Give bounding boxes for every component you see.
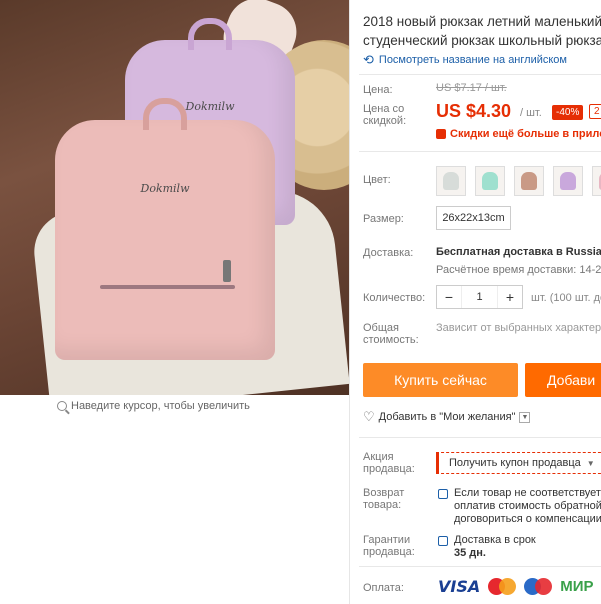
color-swatch[interactable] [553,166,583,196]
get-coupon-button[interactable]: Получить купон продавца ▼ [436,452,601,474]
maestro-logo [524,577,553,596]
quantity-plus-button[interactable]: + [498,289,522,305]
return-label: Возврат товара: [363,487,404,511]
quantity-input[interactable]: 1 [461,286,498,308]
return-label-line2: товара: [363,499,402,511]
visa-logo: VISA [438,577,481,596]
return-policy: Если товар не соответствует о оплатив ст… [438,487,601,526]
chevron-down-icon[interactable]: ▼ [519,411,531,423]
caret-down-icon: ▼ [586,458,595,468]
total-label: Общая стоимость: [363,322,419,346]
product-info-panel: 2018 новый рюкзак летний маленький студе… [349,0,601,604]
mastercard-logo [488,577,517,596]
wishlist-link[interactable]: ♡ Добавить в "Мои желания" ▼ [363,409,531,425]
app-promo-link[interactable]: Скидки ещё больше в прилож [436,128,601,140]
add-to-cart-button[interactable]: Добави [525,363,601,397]
product-title: 2018 новый рюкзак летний маленький студе… [363,12,601,50]
quantity-label: Количество: [363,292,426,304]
product-title-line2: студенческий рюкзак школьный рюкза [363,33,601,48]
total-label-line2: стоимость: [363,334,419,346]
backpack-thumbnail [482,172,498,190]
color-label: Цвет: [363,174,391,186]
backpack-thumbnail [443,172,459,190]
return-text-line1: Если товар не соответствует о [454,487,601,499]
discount-badge: -40% [552,105,584,120]
shipping-estimate: Расчётное время доставки: 14-2 [436,264,601,276]
zoom-hint: Наведите курсор, чтобы увеличить [57,400,250,412]
magnifier-icon [57,401,67,411]
guarantee-info: Доставка в срок 35 дн. [438,534,536,560]
backpack-thumbnail [560,172,576,190]
product-title-line1: 2018 новый рюкзак летний маленький [363,14,601,29]
bag-brand-text: Dokmilw [140,182,190,195]
return-icon [438,489,448,499]
divider [359,437,601,438]
size-label: Размер: [363,213,404,225]
color-swatch[interactable] [436,166,466,196]
get-coupon-text[interactable]: Получить купон продавца [449,457,581,469]
color-swatches [436,166,601,196]
app-promo-text[interactable]: Скидки ещё больше в прилож [450,128,601,140]
shipping-main[interactable]: Бесплатная доставка в Russian [436,246,601,258]
quantity-minus-button[interactable]: − [437,289,461,305]
zoom-hint-text: Наведите курсор, чтобы увеличить [71,400,250,412]
seller-promo-label: Акция продавца: [363,451,415,475]
return-text-line2: оплатив стоимость обратной [454,500,601,512]
color-swatch[interactable] [475,166,505,196]
color-swatch[interactable] [592,166,601,196]
price-unit: / шт. [520,107,542,119]
total-label-line1: Общая [363,322,399,334]
mir-logo: МИР [560,578,594,595]
extra-badge: 2 [589,104,601,119]
mobile-icon [436,129,446,139]
translate-link[interactable]: ⟲ Посмотреть название на английском [363,52,567,68]
pink-backpack: Dokmilw [55,98,275,360]
current-price: US $4.30 [436,101,512,121]
product-photo[interactable]: Dokmilw Dokmilw [0,0,349,395]
discount-price-label: Цена со скидкой: [363,103,407,127]
return-text-line3: договориться о компенсации [454,513,601,525]
quantity-stepper: − 1 + [436,285,523,309]
total-value: Зависит от выбранных характери [436,322,601,334]
divider [359,566,601,567]
quantity-available: шт. (100 шт. до [531,292,601,304]
color-swatch[interactable] [514,166,544,196]
return-label-line1: Возврат [363,487,405,499]
heart-icon: ♡ [363,409,375,424]
payment-methods: VISA МИР [438,577,594,596]
old-price: US $7.17 / шт. [436,82,507,94]
buy-now-button[interactable]: Купить сейчас [363,363,518,397]
guarantee-line1: Доставка в срок [454,534,536,546]
seller-promo-label-line2: продавца: [363,463,415,475]
translate-link-text[interactable]: Посмотреть название на английском [379,54,567,66]
payment-label: Оплата: [363,582,404,594]
translate-icon: ⟲ [363,52,374,67]
clock-icon [438,536,448,546]
guarantee-label: Гарантии продавца: [363,534,415,558]
shipping-label: Доставка: [363,247,414,259]
guarantee-days: 35 дн. [454,547,486,559]
wishlist-text[interactable]: Добавить в "Мои желания" [379,411,516,423]
divider [359,151,601,152]
guarantee-label-line1: Гарантии [363,534,411,546]
guarantee-label-line2: продавца: [363,546,415,558]
seller-promo-label-line1: Акция [363,451,394,463]
backpack-thumbnail [521,172,537,190]
size-option[interactable]: 26x22x13cm [436,206,511,230]
price-label: Цена: [363,84,393,96]
divider [359,74,601,75]
